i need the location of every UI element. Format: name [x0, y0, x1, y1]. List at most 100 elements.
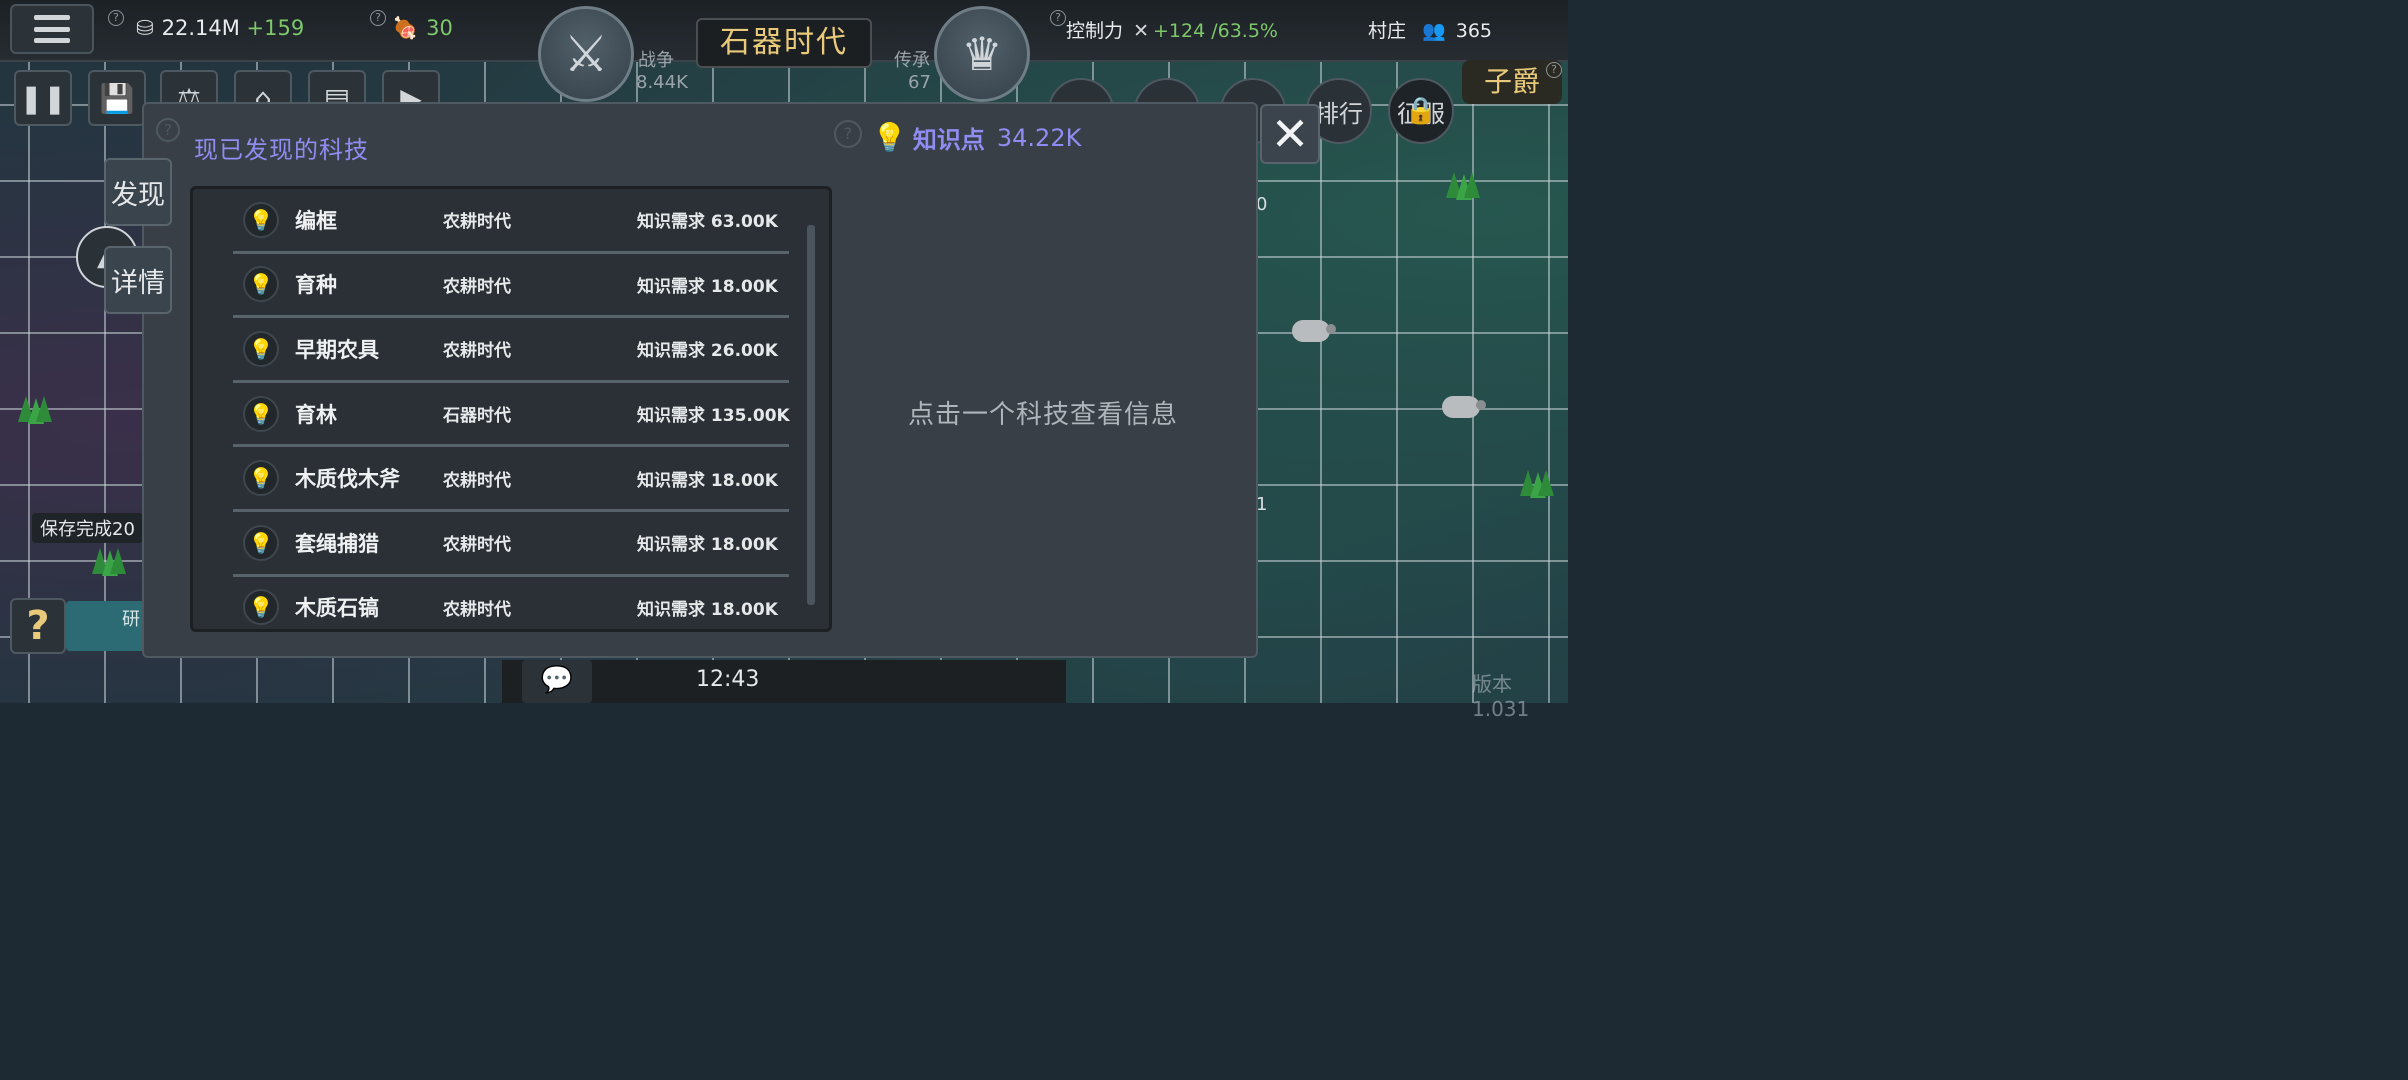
lightbulb-icon: 💡: [243, 524, 279, 561]
help-hint-icon[interactable]: ?: [156, 118, 180, 142]
wealth-value: 22.14M: [161, 16, 240, 40]
lightbulb-icon: 💡: [243, 201, 279, 238]
tech-list[interactable]: 💡 编框 农耕时代 知识需求 63.00K 💡 育种 农耕时代 知识需求 18.00K 💡 早期农…: [190, 186, 832, 632]
help-hint-icon[interactable]: ?: [1546, 62, 1562, 78]
tech-row[interactable]: 💡 育林 石器时代 知识需求 135.00K: [233, 383, 790, 448]
village-value: 365: [1455, 20, 1492, 42]
tech-era: 农耕时代: [443, 212, 511, 233]
requirement-label: 知识需求: [637, 470, 705, 491]
tech-name: 育种: [295, 273, 337, 298]
wealth-delta: +159: [246, 16, 305, 40]
coins-icon: ⛁: [136, 16, 154, 40]
requirement-label: 知识需求: [637, 599, 705, 620]
tech-era: 农耕时代: [443, 276, 511, 297]
conquer-button[interactable]: 征服 🔒: [1388, 78, 1454, 144]
tech-row[interactable]: 💡 木质石镐 农耕时代 知识需求 18.00K: [233, 577, 789, 629]
ranking-label: 排行: [1315, 99, 1363, 128]
tech-name: 早期农具: [295, 337, 379, 362]
tech-list-scrollbar[interactable]: [807, 225, 815, 605]
control-value: +124 /63.5%: [1152, 20, 1278, 42]
crossed-swords-icon: ✕: [1133, 20, 1149, 42]
tech-name: 木质伐木斧: [295, 467, 400, 492]
requirement-label: 知识需求: [637, 341, 705, 362]
chat-button[interactable]: 💬: [522, 660, 592, 703]
legacy-value: 67: [908, 72, 931, 93]
requirement-value: 18.00K: [710, 599, 778, 620]
tech-requirement: 知识需求 63.00K: [637, 207, 778, 232]
tech-requirement: 知识需求 18.00K: [637, 595, 778, 620]
meat-icon: 🍖: [392, 16, 419, 40]
tech-row[interactable]: 💡 套绳捕猎 农耕时代 知识需求 18.00K: [233, 512, 789, 577]
help-hint-icon[interactable]: ?: [834, 120, 862, 148]
chat-bubble-icon: 💬: [540, 665, 574, 695]
war-label: 战争: [638, 50, 674, 71]
help-hint-icon[interactable]: ?: [1050, 10, 1066, 26]
hamburger-icon: [34, 15, 70, 43]
lightbulb-icon: 💡: [243, 460, 279, 497]
wealth-stat[interactable]: ⛁ 22.14M +159: [136, 16, 304, 40]
people-icon: 👥: [1422, 20, 1446, 42]
main-menu-button[interactable]: [10, 4, 94, 54]
control-stat[interactable]: 控制力 ✕ +124 /63.5%: [1066, 16, 1278, 43]
game-clock: 12:43: [696, 667, 760, 692]
knowledge-points: 💡 知识点 34.22K: [872, 120, 1081, 155]
food-stat[interactable]: 🍖 30: [392, 16, 453, 41]
war-crossed-swords-icon[interactable]: ⚔: [538, 6, 634, 102]
tech-era: 农耕时代: [443, 599, 511, 620]
tech-row[interactable]: 💡 育种 农耕时代 知识需求 18.00K: [233, 254, 789, 319]
help-hint-icon[interactable]: ?: [370, 10, 386, 26]
tech-name: 编框: [295, 208, 337, 233]
tech-era: 农耕时代: [443, 535, 511, 556]
lock-icon: 🔒: [1404, 96, 1438, 126]
forest-tile-icon[interactable]: [12, 384, 56, 428]
requirement-value: 18.00K: [710, 276, 778, 297]
lightbulb-icon: 💡: [243, 395, 279, 432]
tech-row[interactable]: 💡 木质伐木斧 农耕时代 知识需求 18.00K: [233, 447, 789, 512]
tech-requirement: 知识需求 18.00K: [637, 530, 778, 555]
close-button[interactable]: ✕: [1260, 104, 1320, 164]
lightbulb-icon: 💡: [243, 330, 279, 367]
tech-name: 木质石镐: [295, 596, 379, 621]
save-button[interactable]: 💾: [88, 70, 146, 126]
lightbulb-icon: 💡: [243, 589, 279, 626]
forest-tile-icon[interactable]: [1440, 160, 1484, 204]
version-label: 版本1.031: [1472, 672, 1530, 721]
tech-requirement: 知识需求 18.00K: [637, 466, 778, 491]
lightbulb-icon: 💡: [872, 121, 907, 154]
help-button[interactable]: ?: [10, 598, 66, 654]
knowledge-label: 知识点: [912, 126, 985, 154]
tab-details[interactable]: 详情: [104, 246, 172, 314]
pause-icon: ❚❚: [19, 81, 67, 115]
control-label: 控制力: [1066, 20, 1124, 42]
crown-icon[interactable]: ♛: [934, 6, 1030, 102]
research-button[interactable]: 研: [66, 601, 146, 651]
tech-row[interactable]: 💡 编框 农耕时代 知识需求 63.00K: [233, 189, 789, 254]
help-hint-icon[interactable]: ?: [108, 10, 124, 26]
save-complete-toast: 保存完成20: [32, 513, 143, 543]
village-stat[interactable]: 村庄 👥 365: [1368, 16, 1492, 43]
sheep-tile-icon[interactable]: [1292, 320, 1336, 342]
forest-tile-icon[interactable]: [1514, 458, 1558, 502]
tech-era: 石器时代: [443, 406, 511, 427]
research-label: 研: [122, 609, 140, 630]
current-era[interactable]: 石器时代: [696, 18, 872, 68]
tech-requirement: 知识需求 26.00K: [637, 336, 778, 361]
tech-requirement: 知识需求 135.00K: [637, 401, 790, 426]
village-label: 村庄: [1368, 20, 1407, 42]
tech-row[interactable]: 💡 早期农具 农耕时代 知识需求 26.00K: [233, 318, 789, 383]
tech-era: 农耕时代: [443, 470, 511, 491]
knowledge-value: 34.22K: [996, 123, 1082, 152]
tech-requirement: 知识需求 18.00K: [637, 272, 778, 297]
war-value: 8.44K: [636, 72, 688, 93]
pause-button[interactable]: ❚❚: [14, 70, 72, 126]
requirement-value: 18.00K: [710, 535, 778, 556]
lightbulb-icon: 💡: [243, 266, 279, 303]
tech-name: 套绳捕猎: [295, 531, 379, 556]
sheep-tile-icon[interactable]: [1442, 396, 1486, 418]
requirement-value: 63.00K: [710, 212, 778, 233]
requirement-label: 知识需求: [637, 406, 705, 427]
requirement-value: 18.00K: [710, 470, 778, 491]
tech-name: 育林: [295, 402, 337, 427]
food-value: 30: [426, 16, 453, 40]
tab-discover[interactable]: 发现: [104, 158, 172, 226]
